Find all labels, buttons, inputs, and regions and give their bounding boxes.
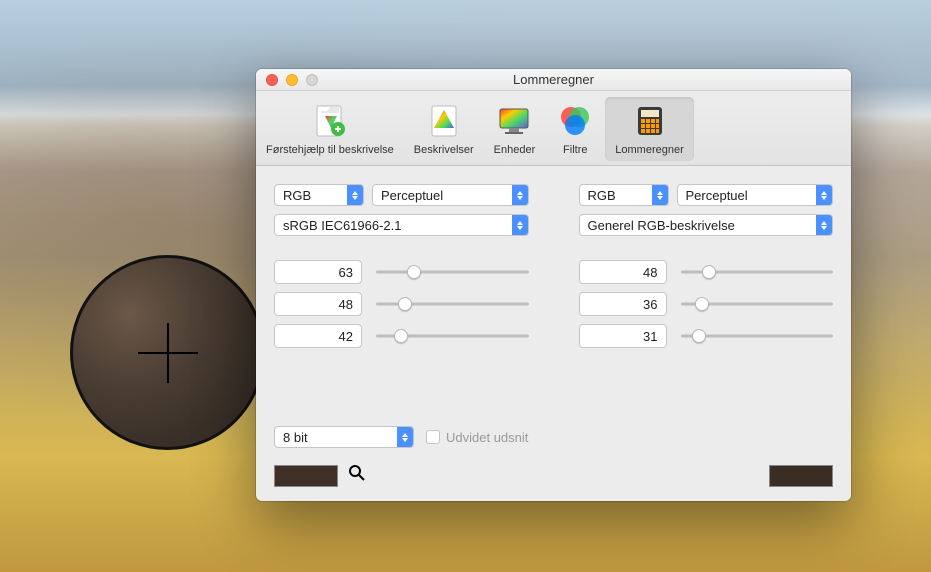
- titlebar[interactable]: Lommeregner: [256, 69, 851, 91]
- source-channel-2-slider[interactable]: [376, 295, 529, 313]
- checkbox-icon: [426, 430, 440, 444]
- source-color-swatch: [274, 465, 338, 487]
- dest-color-swatch: [769, 465, 833, 487]
- dest-color-column: RGB Perceptuel Generel RGB-beskrivelse: [579, 184, 834, 379]
- colorsync-window: Lommeregner Førstehjælp til beskrivelse: [256, 69, 851, 501]
- toolbar-item-firstaid[interactable]: Førstehjælp til beskrivelse: [256, 97, 404, 161]
- filters-icon: [555, 101, 595, 141]
- dest-channel-3-slider[interactable]: [681, 327, 834, 345]
- toolbar-item-profiles[interactable]: Beskrivelser: [404, 97, 484, 161]
- source-channel-1-slider[interactable]: [376, 263, 529, 281]
- dest-profile-select[interactable]: Generel RGB-beskrivelse: [579, 214, 834, 236]
- toolbar-item-label: Beskrivelser: [414, 144, 474, 156]
- source-intent-select[interactable]: Perceptuel: [372, 184, 529, 206]
- toolbar-item-calculator[interactable]: Lommeregner: [605, 97, 693, 161]
- dest-model-select[interactable]: RGB: [579, 184, 669, 206]
- dest-channel-row: [579, 292, 834, 316]
- updown-icon: [816, 185, 832, 205]
- color-picker-loupe[interactable]: [70, 255, 265, 450]
- source-channel-1-field[interactable]: [274, 260, 362, 284]
- toolbar-item-filters[interactable]: Filtre: [545, 97, 605, 161]
- source-model-select[interactable]: RGB: [274, 184, 364, 206]
- source-channel-3-slider[interactable]: [376, 327, 529, 345]
- updown-icon: [512, 215, 528, 235]
- select-value: Generel RGB-beskrivelse: [588, 218, 735, 233]
- window-title: Lommeregner: [256, 72, 851, 87]
- extended-gamut-checkbox[interactable]: Udvidet udsnit: [426, 430, 528, 445]
- select-value: RGB: [283, 188, 311, 203]
- dest-channel-1-slider[interactable]: [681, 263, 834, 281]
- updown-icon: [816, 215, 832, 235]
- source-color-column: RGB Perceptuel sRGB IEC61966-2.1: [274, 184, 529, 379]
- toolbar-item-label: Filtre: [563, 144, 587, 156]
- source-channel-2-field[interactable]: [274, 292, 362, 316]
- profiles-icon: [424, 101, 464, 141]
- dest-channel-1-field[interactable]: [579, 260, 667, 284]
- toolbar-item-devices[interactable]: Enheder: [484, 97, 546, 161]
- select-value: 8 bit: [283, 430, 308, 445]
- calculator-pane: RGB Perceptuel sRGB IEC61966-2.1: [256, 166, 851, 501]
- dest-intent-select[interactable]: Perceptuel: [677, 184, 834, 206]
- select-value: RGB: [588, 188, 616, 203]
- updown-icon: [347, 185, 363, 205]
- select-value: Perceptuel: [381, 188, 443, 203]
- updown-icon: [397, 427, 413, 447]
- magnifier-icon[interactable]: [348, 464, 366, 487]
- source-channel-row: [274, 260, 529, 284]
- select-value: sRGB IEC61966-2.1: [283, 218, 402, 233]
- source-channel-3-field[interactable]: [274, 324, 362, 348]
- calculator-icon: [630, 101, 670, 141]
- source-profile-select[interactable]: sRGB IEC61966-2.1: [274, 214, 529, 236]
- toolbar-item-label: Enheder: [494, 144, 536, 156]
- devices-icon: [494, 101, 534, 141]
- updown-icon: [512, 185, 528, 205]
- dest-channel-row: [579, 260, 834, 284]
- close-icon[interactable]: [266, 74, 278, 86]
- dest-channel-2-field[interactable]: [579, 292, 667, 316]
- select-value: Perceptuel: [686, 188, 748, 203]
- toolbar-item-label: Lommeregner: [615, 144, 683, 156]
- updown-icon: [652, 185, 668, 205]
- dest-channel-row: [579, 324, 834, 348]
- bit-depth-select[interactable]: 8 bit: [274, 426, 414, 448]
- toolbar: Førstehjælp til beskrivelse Beskrivelser: [256, 91, 851, 166]
- zoom-icon: [306, 74, 318, 86]
- source-channel-row: [274, 292, 529, 316]
- dest-channel-3-field[interactable]: [579, 324, 667, 348]
- checkbox-label: Udvidet udsnit: [446, 430, 528, 445]
- minimize-icon[interactable]: [286, 74, 298, 86]
- firstaid-icon: [310, 101, 350, 141]
- toolbar-item-label: Førstehjælp til beskrivelse: [266, 144, 394, 156]
- source-channel-row: [274, 324, 529, 348]
- dest-channel-2-slider[interactable]: [681, 295, 834, 313]
